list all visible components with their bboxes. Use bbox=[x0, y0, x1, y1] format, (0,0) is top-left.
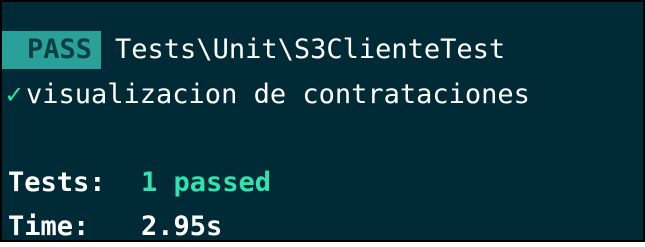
tests-passed-count: 1 passed bbox=[141, 167, 272, 198]
tests-label: Tests: bbox=[8, 167, 106, 198]
test-class-path: Tests\Unit\S3ClienteTest bbox=[115, 34, 506, 65]
time-label: Time: bbox=[8, 211, 90, 242]
tests-summary-line: Tests: 1 passed bbox=[8, 163, 271, 203]
test-case-name: visualizacion de contrataciones bbox=[26, 79, 530, 110]
terminal-output: PASS Tests\Unit\S3ClienteTest ✓ visualizac… bbox=[0, 0, 645, 242]
pass-badge: PASS bbox=[2, 31, 102, 69]
test-case-line: ✓ visualizacion de contrataciones bbox=[6, 75, 530, 115]
time-value: 2.95s bbox=[141, 211, 223, 242]
time-summary-line: Time: 2.95s bbox=[8, 207, 222, 247]
check-icon: ✓ bbox=[6, 79, 23, 110]
result-line: PASS Tests\Unit\S3ClienteTest bbox=[2, 30, 506, 70]
